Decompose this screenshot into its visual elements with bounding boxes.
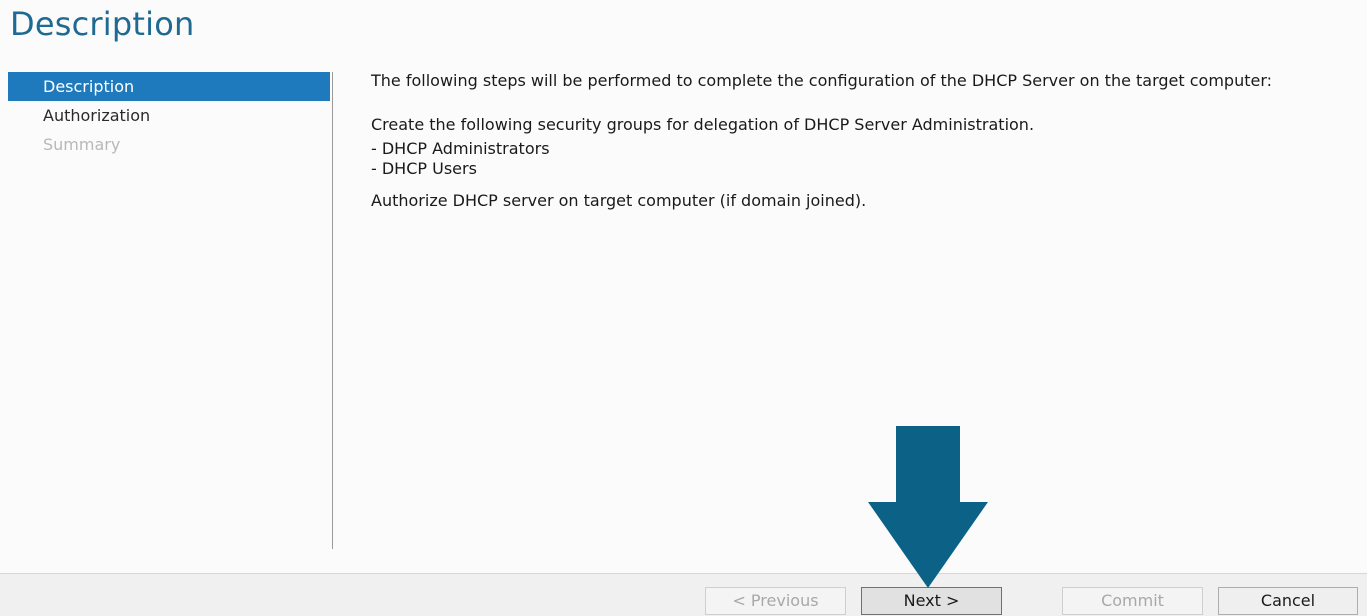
button-bar: < Previous Next > Commit Cancel bbox=[0, 573, 1367, 616]
nav-item-description[interactable]: Description bbox=[8, 72, 330, 101]
down-arrow-shape bbox=[868, 426, 988, 588]
next-button[interactable]: Next > bbox=[861, 587, 1002, 615]
cancel-button[interactable]: Cancel bbox=[1218, 587, 1358, 615]
groups-heading: Create the following security groups for… bbox=[371, 115, 1035, 134]
page-title: Description bbox=[10, 5, 195, 43]
authorize-text: Authorize DHCP server on target computer… bbox=[371, 191, 867, 210]
nav-item-authorization[interactable]: Authorization bbox=[8, 101, 330, 130]
wizard-step-nav: Description Authorization Summary bbox=[8, 72, 330, 159]
intro-text: The following steps will be performed to… bbox=[371, 71, 1273, 90]
down-arrow-icon bbox=[868, 426, 988, 588]
nav-item-summary: Summary bbox=[43, 135, 121, 154]
group-item-users: - DHCP Users bbox=[371, 159, 477, 178]
previous-button: < Previous bbox=[705, 587, 846, 615]
wizard-window: Description Description Authorization Su… bbox=[0, 0, 1367, 616]
nav-divider bbox=[332, 72, 333, 549]
description-content: The following steps will be performed to… bbox=[371, 71, 1346, 211]
group-item-administrators: - DHCP Administrators bbox=[371, 139, 550, 158]
commit-button: Commit bbox=[1062, 587, 1203, 615]
